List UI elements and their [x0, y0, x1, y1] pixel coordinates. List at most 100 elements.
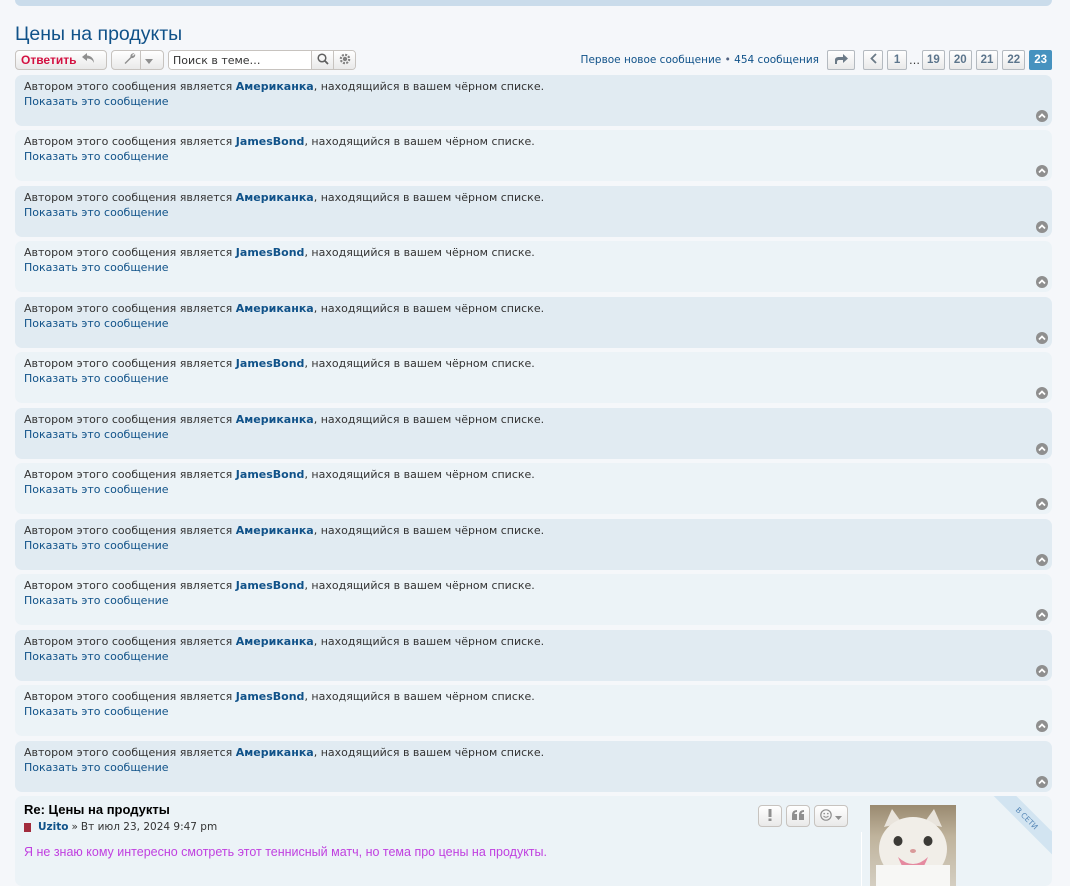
blocked-prefix: Автором этого сообщения является: [24, 524, 236, 537]
post-author-link[interactable]: Uzito: [38, 821, 68, 833]
show-post-link[interactable]: Показать это сообщение: [24, 538, 1043, 553]
blocked-post: Автором этого сообщения является Америка…: [15, 519, 1052, 570]
show-post-link[interactable]: Показать это сообщение: [24, 649, 1043, 664]
advanced-search-button[interactable]: [333, 51, 355, 69]
blocked-suffix: , находящийся в вашем чёрном списке.: [313, 413, 545, 426]
first-new-post-link[interactable]: Первое новое сообщение: [581, 54, 722, 66]
post-file-icon[interactable]: [24, 822, 31, 832]
show-post-link[interactable]: Показать это сообщение: [24, 593, 1043, 608]
reply-button-label: Ответить: [21, 53, 77, 67]
blocked-prefix: Автором этого сообщения является: [24, 135, 236, 148]
blocked-author-link[interactable]: JamesBond: [236, 135, 305, 148]
show-post-link[interactable]: Показать это сообщение: [24, 205, 1043, 220]
show-post-link[interactable]: Показать это сообщение: [24, 260, 1043, 275]
jump-to-page-button[interactable]: [827, 50, 856, 70]
back-to-top-icon[interactable]: [1036, 776, 1048, 788]
show-post-link[interactable]: Показать это сообщение: [24, 316, 1043, 331]
back-to-top-icon[interactable]: [1036, 554, 1048, 566]
blocked-message: Автором этого сообщения является Америка…: [24, 79, 1043, 94]
show-post-link[interactable]: Показать это сообщение: [24, 149, 1043, 164]
page-title[interactable]: Цены на продукты: [15, 23, 182, 46]
blocked-author-link[interactable]: Американка: [236, 302, 314, 315]
back-to-top-icon[interactable]: [1036, 720, 1048, 732]
back-to-top-icon[interactable]: [1036, 387, 1048, 399]
search-button[interactable]: [311, 51, 333, 69]
page-23-current[interactable]: 23: [1029, 50, 1052, 70]
quote-button[interactable]: [786, 805, 810, 827]
blocked-author-link[interactable]: Американка: [236, 635, 314, 648]
blocked-author-link[interactable]: JamesBond: [236, 579, 305, 592]
show-post-link[interactable]: Показать это сообщение: [24, 482, 1043, 497]
search-input[interactable]: [169, 51, 311, 69]
post-date: Вт июл 23, 2024 9:47 pm: [80, 821, 218, 833]
blocked-suffix: , находящийся в вашем чёрном списке.: [313, 524, 545, 537]
back-to-top-icon[interactable]: [1036, 276, 1048, 288]
blocked-post: Автором этого сообщения является JamesBo…: [15, 241, 1052, 292]
blocked-prefix: Автором этого сообщения является: [24, 413, 236, 426]
show-post-link[interactable]: Показать это сообщение: [24, 371, 1043, 386]
page-ellipsis: …: [909, 53, 921, 67]
blocked-author-link[interactable]: Американка: [236, 191, 314, 204]
show-post-link[interactable]: Показать это сообщение: [24, 704, 1043, 719]
back-to-top-icon[interactable]: [1036, 498, 1048, 510]
back-to-top-icon[interactable]: [1036, 165, 1048, 177]
caret-down-icon: [835, 810, 842, 823]
blocked-suffix: , находящийся в вашем чёрном списке.: [304, 579, 535, 592]
blocked-message: Автором этого сообщения является JamesBo…: [24, 467, 1043, 482]
meta-separator: »: [71, 821, 78, 833]
blocked-post: Автором этого сообщения является Америка…: [15, 741, 1052, 792]
blocked-author-link[interactable]: JamesBond: [236, 690, 305, 703]
blocked-post: Автором этого сообщения является JamesBo…: [15, 352, 1052, 403]
show-post-link[interactable]: Показать это сообщение: [24, 760, 1043, 775]
blocked-message: Автором этого сообщения является Америка…: [24, 412, 1043, 427]
reply-button[interactable]: Ответить: [15, 50, 107, 70]
blocked-post: Автором этого сообщения является JamesBo…: [15, 130, 1052, 181]
online-ribbon: В СЕТИ: [989, 796, 1052, 856]
previous-page-button[interactable]: [863, 50, 884, 70]
back-to-top-icon[interactable]: [1036, 443, 1048, 455]
blocked-author-link[interactable]: JamesBond: [236, 468, 305, 481]
blocked-post: Автором этого сообщения является JamesBo…: [15, 463, 1052, 514]
blocked-suffix: , находящийся в вашем чёрном списке.: [304, 468, 535, 481]
post-count: 454 сообщения: [734, 54, 820, 66]
reactions-button[interactable]: [814, 805, 848, 827]
back-to-top-icon[interactable]: [1036, 609, 1048, 621]
back-to-top-icon[interactable]: [1036, 332, 1048, 344]
page-1[interactable]: 1: [887, 50, 908, 70]
back-to-top-icon[interactable]: [1036, 110, 1048, 122]
blocked-suffix: , находящийся в вашем чёрном списке.: [304, 357, 535, 370]
gear-icon: [339, 53, 351, 68]
blocked-prefix: Автором этого сообщения является: [24, 191, 236, 204]
show-post-link[interactable]: Показать это сообщение: [24, 427, 1043, 442]
back-to-top-icon[interactable]: [1036, 221, 1048, 233]
blocked-prefix: Автором этого сообщения является: [24, 468, 236, 481]
topic-tools-button[interactable]: [111, 50, 164, 70]
blocked-author-link[interactable]: JamesBond: [236, 357, 305, 370]
back-to-top-icon[interactable]: [1036, 665, 1048, 677]
blocked-author-link[interactable]: Американка: [236, 524, 314, 537]
blocked-prefix: Автором этого сообщения является: [24, 80, 236, 93]
blocked-post: Автором этого сообщения является Америка…: [15, 630, 1052, 681]
chevron-left-icon: [869, 53, 877, 67]
page-20[interactable]: 20: [948, 50, 972, 70]
blocked-message: Автором этого сообщения является Америка…: [24, 634, 1043, 649]
post-title[interactable]: Re: Цены на продукты: [24, 802, 170, 817]
page-22[interactable]: 22: [1002, 50, 1026, 70]
post-content: Я не знаю кому интересно смотреть этот т…: [24, 845, 547, 859]
report-button[interactable]: [758, 805, 782, 827]
tools-separator: [139, 51, 141, 69]
blocked-post: Автором этого сообщения является Америка…: [15, 75, 1052, 126]
pagination-separator: •: [724, 54, 731, 66]
blocked-author-link[interactable]: Американка: [236, 746, 314, 759]
blocked-prefix: Автором этого сообщения является: [24, 746, 236, 759]
page-19[interactable]: 19: [922, 50, 945, 70]
blocked-author-link[interactable]: Американка: [236, 80, 314, 93]
avatar[interactable]: [870, 805, 956, 886]
page-21[interactable]: 21: [975, 50, 999, 70]
blocked-author-link[interactable]: Американка: [236, 413, 314, 426]
blocked-message: Автором этого сообщения является Америка…: [24, 190, 1043, 205]
blocked-suffix: , находящийся в вашем чёрном списке.: [313, 191, 545, 204]
smiley-icon: [820, 808, 832, 824]
blocked-author-link[interactable]: JamesBond: [236, 246, 305, 259]
show-post-link[interactable]: Показать это сообщение: [24, 94, 1043, 109]
